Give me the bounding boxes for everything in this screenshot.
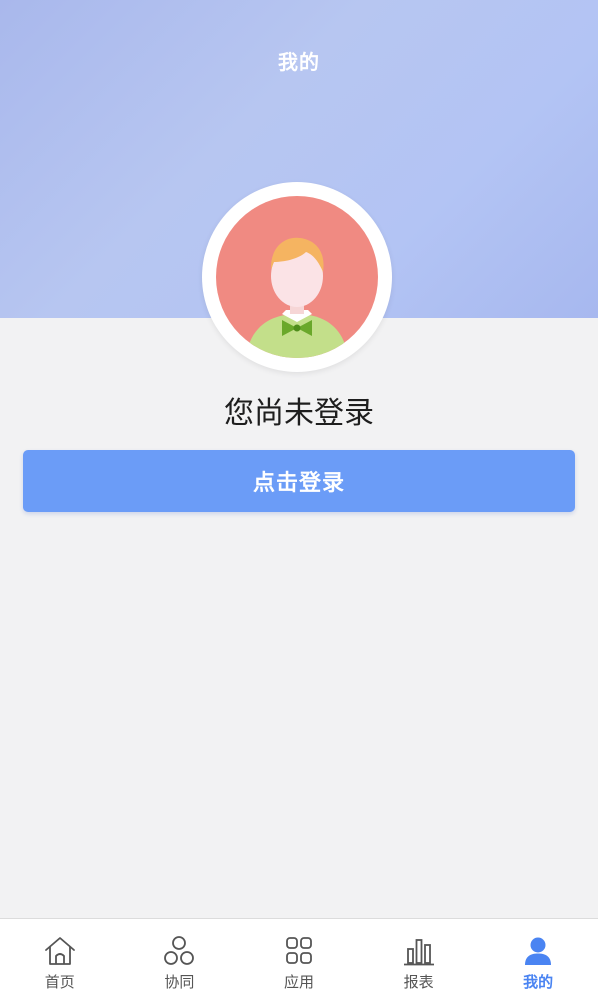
- tab-home-label: 首页: [44, 973, 75, 991]
- bottom-tab-bar: 首页 协同 应用 报表 我的: [0, 918, 598, 1000]
- tab-mine-label: 我的: [523, 973, 554, 991]
- tab-home[interactable]: 首页: [0, 919, 120, 1000]
- tab-collaboration[interactable]: 协同: [120, 919, 240, 1000]
- user-icon: [525, 937, 552, 965]
- home-icon: [44, 937, 75, 965]
- page-title: 我的: [278, 50, 320, 74]
- tab-mine[interactable]: 我的: [478, 919, 598, 1000]
- profile-page: 我的 您尚未登录 点击登录 首页 协同 应用 报表 我的: [0, 0, 598, 1000]
- collaboration-icon: [164, 936, 195, 965]
- login-button[interactable]: 点击登录: [23, 450, 575, 512]
- apps-grid-icon: [286, 937, 312, 964]
- tab-collaboration-label: 协同: [164, 973, 195, 991]
- tab-apps[interactable]: 应用: [239, 919, 359, 1000]
- bar-chart-icon: [403, 939, 434, 966]
- tab-reports-label: 报表: [403, 973, 434, 991]
- login-status-text: 您尚未登录: [224, 396, 374, 431]
- default-avatar-icon: [216, 196, 378, 358]
- tab-apps-label: 应用: [283, 973, 314, 991]
- avatar[interactable]: [202, 182, 392, 372]
- tab-reports[interactable]: 报表: [359, 919, 479, 1000]
